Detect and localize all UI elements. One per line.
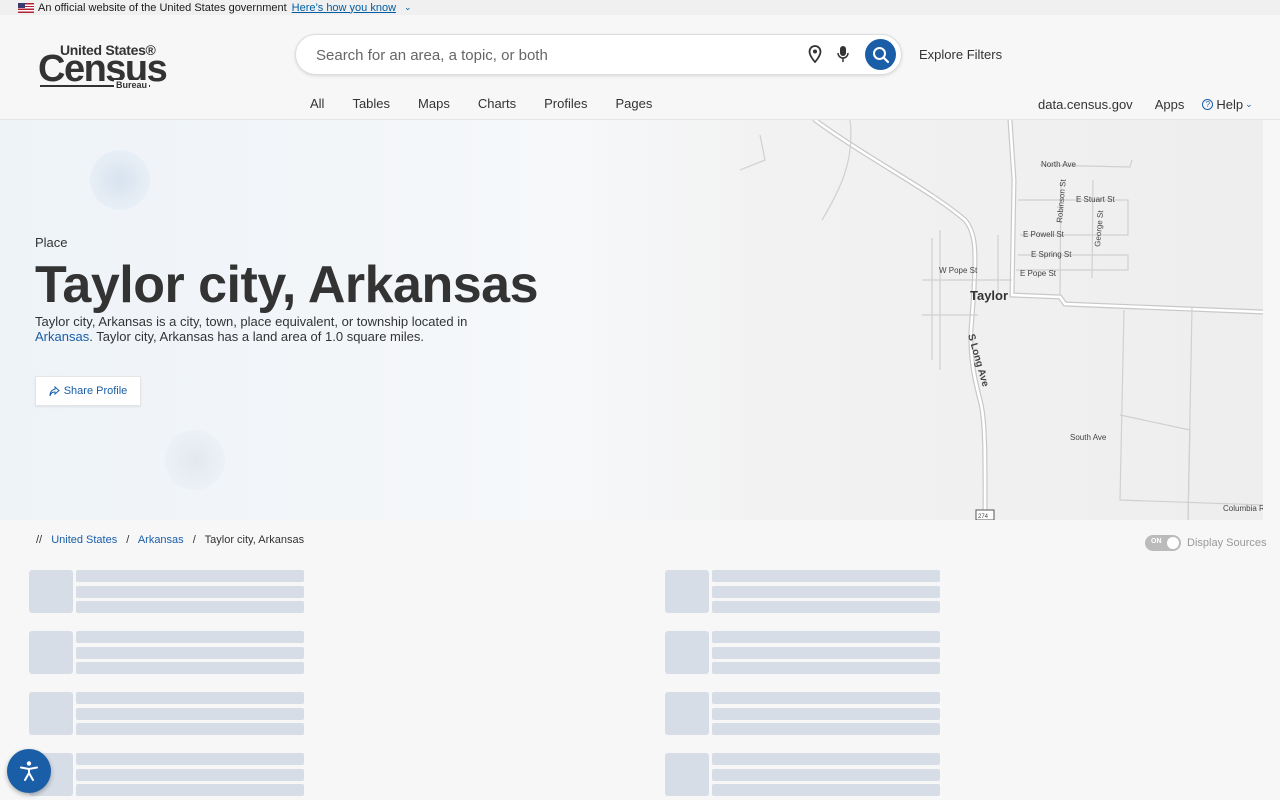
- tab-all[interactable]: All: [310, 96, 324, 111]
- skeleton-thumb: [665, 570, 709, 613]
- skeleton-line: [76, 631, 304, 643]
- tab-charts[interactable]: Charts: [478, 96, 516, 111]
- breadcrumb-separator: /: [126, 534, 130, 546]
- share-icon: [49, 385, 60, 396]
- gov-banner-text: An official website of the United States…: [38, 1, 287, 14]
- skeleton-line: [712, 784, 940, 796]
- decorative-blob: [90, 150, 150, 210]
- tab-maps[interactable]: Maps: [418, 96, 450, 111]
- map-label: E Pope St: [1020, 269, 1057, 278]
- skeleton-line: [712, 662, 940, 674]
- accessibility-button[interactable]: [7, 749, 51, 793]
- skeleton-line: [76, 662, 304, 674]
- map-label: North Ave: [1041, 160, 1077, 169]
- page-title: Taylor city, Arkansas: [35, 256, 539, 314]
- explore-filters-link[interactable]: Explore Filters: [919, 47, 1002, 62]
- breadcrumb-separator: /: [192, 534, 196, 546]
- skeleton-line: [76, 647, 304, 659]
- search-button[interactable]: [865, 39, 896, 70]
- map-label: S Long Ave: [965, 333, 991, 389]
- skeleton-line: [712, 570, 940, 582]
- skeleton-line: [76, 769, 304, 781]
- apps-link[interactable]: Apps: [1155, 97, 1185, 112]
- map-label: E Spring St: [1031, 250, 1072, 259]
- route-shield-label: 274: [978, 514, 989, 520]
- display-sources-toggle[interactable]: ON: [1145, 535, 1181, 551]
- skeleton-line: [76, 586, 304, 598]
- skeleton-line: [712, 647, 940, 659]
- profile-hero: North Ave Robinson St E Stuart St George…: [0, 120, 1263, 520]
- result-type-tabs: All Tables Maps Charts Profiles Pages: [310, 96, 680, 111]
- map-label: Columbia R: [1223, 504, 1263, 513]
- map-label: W Pope St: [939, 266, 978, 275]
- utility-nav: data.census.gov Apps ? Help ⌄: [1038, 97, 1253, 112]
- site-header: United States® Census Bureau Explore Fil…: [0, 15, 1280, 120]
- skeleton-line: [712, 692, 940, 704]
- breadcrumb-root: //: [36, 534, 43, 546]
- microphone-icon[interactable]: [837, 45, 849, 68]
- data-census-gov-link[interactable]: data.census.gov: [1038, 97, 1133, 112]
- skeleton-line: [76, 784, 304, 796]
- share-profile-button[interactable]: Share Profile: [35, 376, 141, 406]
- map-label: George St: [1093, 209, 1105, 247]
- decorative-blob: [165, 430, 225, 490]
- help-menu[interactable]: ? Help ⌄: [1202, 97, 1253, 112]
- logo-bureau: Bureau: [114, 80, 150, 90]
- help-label: Help: [1216, 97, 1244, 112]
- breadcrumb-arkansas[interactable]: Arkansas: [138, 534, 184, 546]
- location-pin-icon[interactable]: [808, 45, 822, 68]
- skeleton-line: [712, 601, 940, 613]
- skeleton-thumb: [665, 692, 709, 735]
- skeleton-line: [76, 570, 304, 582]
- skeleton-line: [76, 601, 304, 613]
- desc-text: . Taylor city, Arkansas has a land area …: [89, 329, 425, 344]
- place-map[interactable]: North Ave Robinson St E Stuart St George…: [640, 120, 1263, 520]
- place-type-label: Place: [35, 235, 68, 250]
- breadcrumb-united-states[interactable]: United States: [51, 534, 117, 546]
- toggle-state: ON: [1151, 538, 1162, 545]
- tab-pages[interactable]: Pages: [615, 96, 652, 111]
- skeleton-line: [712, 586, 940, 598]
- us-flag-icon: [18, 2, 34, 13]
- place-description: Taylor city, Arkansas is a city, town, p…: [35, 314, 505, 344]
- skeleton-line: [76, 708, 304, 720]
- skeleton-line: [76, 753, 304, 765]
- skeleton-line: [76, 692, 304, 704]
- search-box: [295, 34, 902, 75]
- heres-how-you-know-link[interactable]: Here’s how you know: [292, 2, 396, 14]
- arkansas-link[interactable]: Arkansas: [35, 329, 89, 344]
- breadcrumb: // United States / Arkansas / Taylor cit…: [36, 534, 304, 546]
- toggle-knob: [1167, 537, 1179, 549]
- help-icon: ?: [1202, 99, 1214, 110]
- map-label: E Powell St: [1023, 230, 1065, 239]
- breadcrumb-current: Taylor city, Arkansas: [204, 534, 305, 546]
- skeleton-thumb: [665, 753, 709, 796]
- map-label: E Stuart St: [1076, 195, 1115, 204]
- map-label: South Ave: [1070, 433, 1107, 442]
- census-logo[interactable]: United States® Census Bureau: [38, 42, 168, 92]
- skeleton-thumb: [29, 631, 73, 674]
- desc-text: Taylor city, Arkansas is a city, town, p…: [35, 314, 468, 329]
- tab-tables[interactable]: Tables: [352, 96, 390, 111]
- share-profile-label: Share Profile: [63, 385, 128, 397]
- skeleton-line: [712, 723, 940, 735]
- chevron-down-icon: ⌄: [1245, 99, 1253, 109]
- map-label: Robinson St: [1055, 178, 1068, 223]
- tab-profiles[interactable]: Profiles: [544, 96, 587, 111]
- skeleton-line: [712, 753, 940, 765]
- skeleton-line: [712, 631, 940, 643]
- search-input[interactable]: [316, 44, 786, 66]
- skeleton-thumb: [29, 570, 73, 613]
- accessibility-icon: [20, 761, 38, 781]
- skeleton-thumb: [665, 631, 709, 674]
- skeleton-thumb: [29, 692, 73, 735]
- skeleton-line: [712, 708, 940, 720]
- skeleton-line: [76, 723, 304, 735]
- gov-banner: An official website of the United States…: [0, 0, 1280, 15]
- map-place-label: Taylor: [970, 288, 1008, 303]
- display-sources-label: Display Sources: [1187, 537, 1267, 549]
- skeleton-line: [712, 769, 940, 781]
- chevron-down-icon[interactable]: ⌄: [404, 2, 412, 13]
- search-icon: [872, 46, 889, 63]
